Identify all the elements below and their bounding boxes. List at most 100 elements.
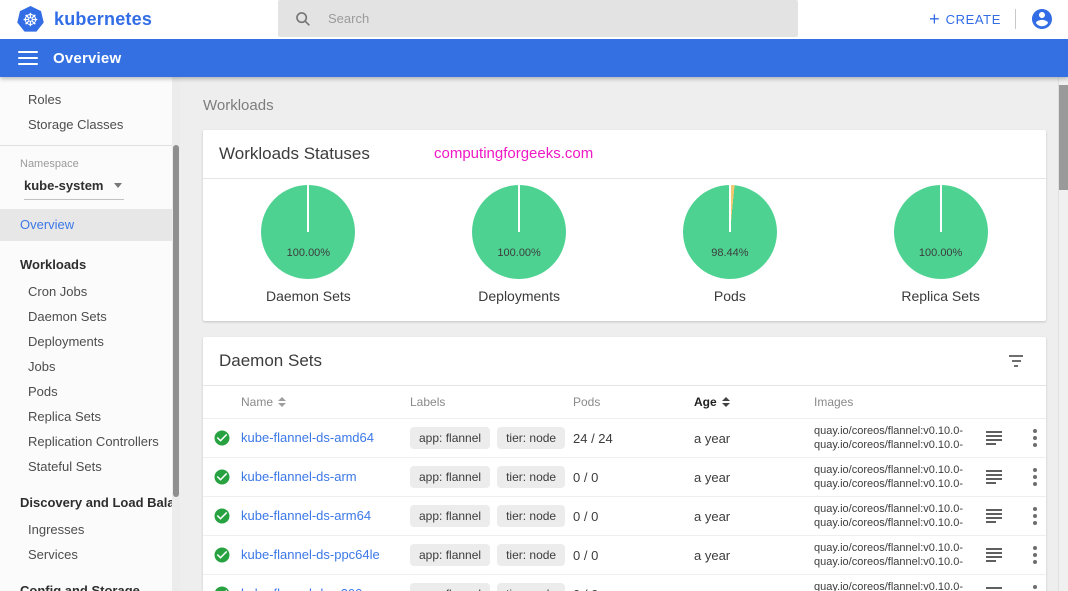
- image-line: quay.io/coreos/flannel:v0.10.0-: [814, 541, 986, 555]
- pie-label: Pods: [714, 288, 746, 304]
- window-scrollbar[interactable]: [1058, 77, 1068, 591]
- search-icon: [294, 10, 312, 28]
- sidebar-scrollbar-thumb[interactable]: [173, 145, 179, 497]
- sidebar-item-replica-sets[interactable]: Replica Sets: [0, 404, 180, 429]
- label-chip: app: flannel: [410, 544, 490, 566]
- sidebar-item-daemon-sets[interactable]: Daemon Sets: [0, 304, 180, 329]
- status-cell: [203, 429, 241, 447]
- pie-tick: [518, 185, 520, 232]
- pods-cell: 0 / 0: [573, 509, 694, 524]
- pie-percent: 100.00%: [261, 247, 355, 259]
- table-body: kube-flannel-ds-amd64 app: flannel tier:…: [203, 419, 1046, 591]
- column-header-pods: Pods: [573, 395, 694, 409]
- window-scrollbar-thumb[interactable]: [1059, 85, 1068, 190]
- page-heading: Overview: [53, 50, 121, 67]
- check-circle-icon: [213, 507, 231, 525]
- sidebar-section-config-storage[interactable]: Config and Storage: [0, 577, 180, 591]
- label-chip: tier: node: [497, 427, 565, 449]
- column-header-images: Images: [814, 395, 986, 409]
- daemon-set-name-link[interactable]: kube-flannel-ds-arm: [241, 469, 357, 484]
- daemon-set-name-link[interactable]: kube-flannel-ds-s390x: [241, 586, 369, 591]
- table-row: kube-flannel-ds-ppc64le app: flannel tie…: [203, 536, 1046, 575]
- sidebar-section-workloads[interactable]: Workloads: [0, 251, 180, 279]
- labels-cell: app: flannel tier: node: [410, 466, 573, 488]
- namespace-select[interactable]: kube-system: [24, 178, 124, 200]
- image-line: quay.io/coreos/flannel:v0.10.0-: [814, 580, 986, 591]
- kebab-menu-icon[interactable]: [1023, 585, 1046, 591]
- status-pies: 100.00% Daemon Sets 100.00% Deployments …: [203, 179, 1046, 321]
- pie-chart: 100.00%: [894, 185, 988, 279]
- brand[interactable]: ☸ kubernetes: [17, 6, 152, 33]
- kebab-menu-icon[interactable]: [1023, 468, 1046, 486]
- filter-icon[interactable]: [1008, 355, 1024, 367]
- logs-icon[interactable]: [986, 431, 1003, 445]
- age-cell: a year: [694, 548, 814, 563]
- sidebar-item-stateful-sets[interactable]: Stateful Sets: [0, 454, 180, 479]
- create-button[interactable]: + CREATE: [929, 10, 1001, 28]
- sidebar-item-ingresses[interactable]: Ingresses: [0, 517, 180, 542]
- table-row: kube-flannel-ds-arm64 app: flannel tier:…: [203, 497, 1046, 536]
- column-header-name[interactable]: Name: [241, 395, 410, 409]
- logs-icon[interactable]: [986, 587, 1003, 591]
- logs-icon[interactable]: [986, 470, 1003, 484]
- sidebar-section-discovery[interactable]: Discovery and Load Balancing: [0, 489, 180, 517]
- account-button[interactable]: [1030, 7, 1054, 31]
- pie-percent: 98.44%: [683, 247, 777, 259]
- pods-cell: 0 / 0: [573, 587, 694, 591]
- sidebar-item-cron-jobs[interactable]: Cron Jobs: [0, 279, 180, 304]
- image-line: quay.io/coreos/flannel:v0.10.0-: [814, 438, 986, 452]
- sidebar-item-overview[interactable]: Overview: [0, 209, 172, 241]
- sidebar-divider: [0, 145, 180, 146]
- daemon-set-name-link[interactable]: kube-flannel-ds-arm64: [241, 508, 371, 523]
- search-bar[interactable]: [278, 0, 798, 37]
- kebab-menu-icon[interactable]: [1023, 507, 1046, 525]
- images-cell: quay.io/coreos/flannel:v0.10.0- quay.io/…: [814, 502, 986, 530]
- table-row: kube-flannel-ds-amd64 app: flannel tier:…: [203, 419, 1046, 458]
- check-circle-icon: [213, 585, 231, 591]
- labels-cell: app: flannel tier: node: [410, 583, 573, 591]
- kebab-menu-icon[interactable]: [1023, 546, 1046, 564]
- toolbar: Overview: [0, 39, 1068, 77]
- page-title: Workloads: [203, 97, 1058, 114]
- pie-tick: [729, 185, 731, 232]
- daemon-sets-card: Daemon Sets Name Labels Pods Age: [203, 337, 1046, 591]
- top-header: ☸ kubernetes + CREATE: [0, 0, 1068, 39]
- check-circle-icon: [213, 468, 231, 486]
- pods-cell: 0 / 0: [573, 470, 694, 485]
- pie-replica-sets: 100.00% Replica Sets: [835, 185, 1046, 304]
- image-line: quay.io/coreos/flannel:v0.10.0-: [814, 424, 986, 438]
- kubernetes-dashboard: ☸ kubernetes + CREATE: [0, 0, 1068, 591]
- pie-tick: [307, 185, 309, 232]
- sidebar-item-services[interactable]: Services: [0, 542, 180, 567]
- logs-icon[interactable]: [986, 509, 1003, 523]
- search-input[interactable]: [328, 11, 748, 26]
- brand-text: kubernetes: [54, 9, 152, 30]
- logs-icon[interactable]: [986, 548, 1003, 562]
- kebab-menu-icon[interactable]: [1023, 429, 1046, 447]
- sidebar-item-storage-classes[interactable]: Storage Classes: [0, 112, 180, 137]
- hamburger-menu-icon[interactable]: [18, 47, 38, 69]
- label-chip: app: flannel: [410, 583, 490, 591]
- daemon-set-name-link[interactable]: kube-flannel-ds-ppc64le: [241, 547, 380, 562]
- kubernetes-logo-icon: ☸: [17, 6, 44, 33]
- header-divider: [1015, 9, 1016, 29]
- sidebar-item-pods[interactable]: Pods: [0, 379, 180, 404]
- pie-chart: 98.44%: [683, 185, 777, 279]
- age-cell: a year: [694, 470, 814, 485]
- sidebar-item-roles[interactable]: Roles: [0, 87, 180, 112]
- sidebar-scrollbar[interactable]: [172, 77, 180, 591]
- sidebar-item-deployments[interactable]: Deployments: [0, 329, 180, 354]
- pie-percent: 100.00%: [894, 247, 988, 259]
- daemon-set-name-link[interactable]: kube-flannel-ds-amd64: [241, 430, 374, 445]
- watermark-text: computingforgeeks.com: [434, 145, 593, 162]
- chevron-down-icon: [114, 183, 122, 188]
- sidebar-item-replication-controllers[interactable]: Replication Controllers: [0, 429, 180, 454]
- pie-pods: 98.44% Pods: [625, 185, 836, 304]
- sidebar-item-jobs[interactable]: Jobs: [0, 354, 180, 379]
- account-circle-icon: [1030, 7, 1054, 31]
- pods-cell: 24 / 24: [573, 431, 694, 446]
- images-cell: quay.io/coreos/flannel:v0.10.0- quay.io/…: [814, 580, 986, 591]
- column-header-age[interactable]: Age: [694, 395, 814, 409]
- age-cell: a year: [694, 587, 814, 591]
- label-chip: tier: node: [497, 583, 565, 591]
